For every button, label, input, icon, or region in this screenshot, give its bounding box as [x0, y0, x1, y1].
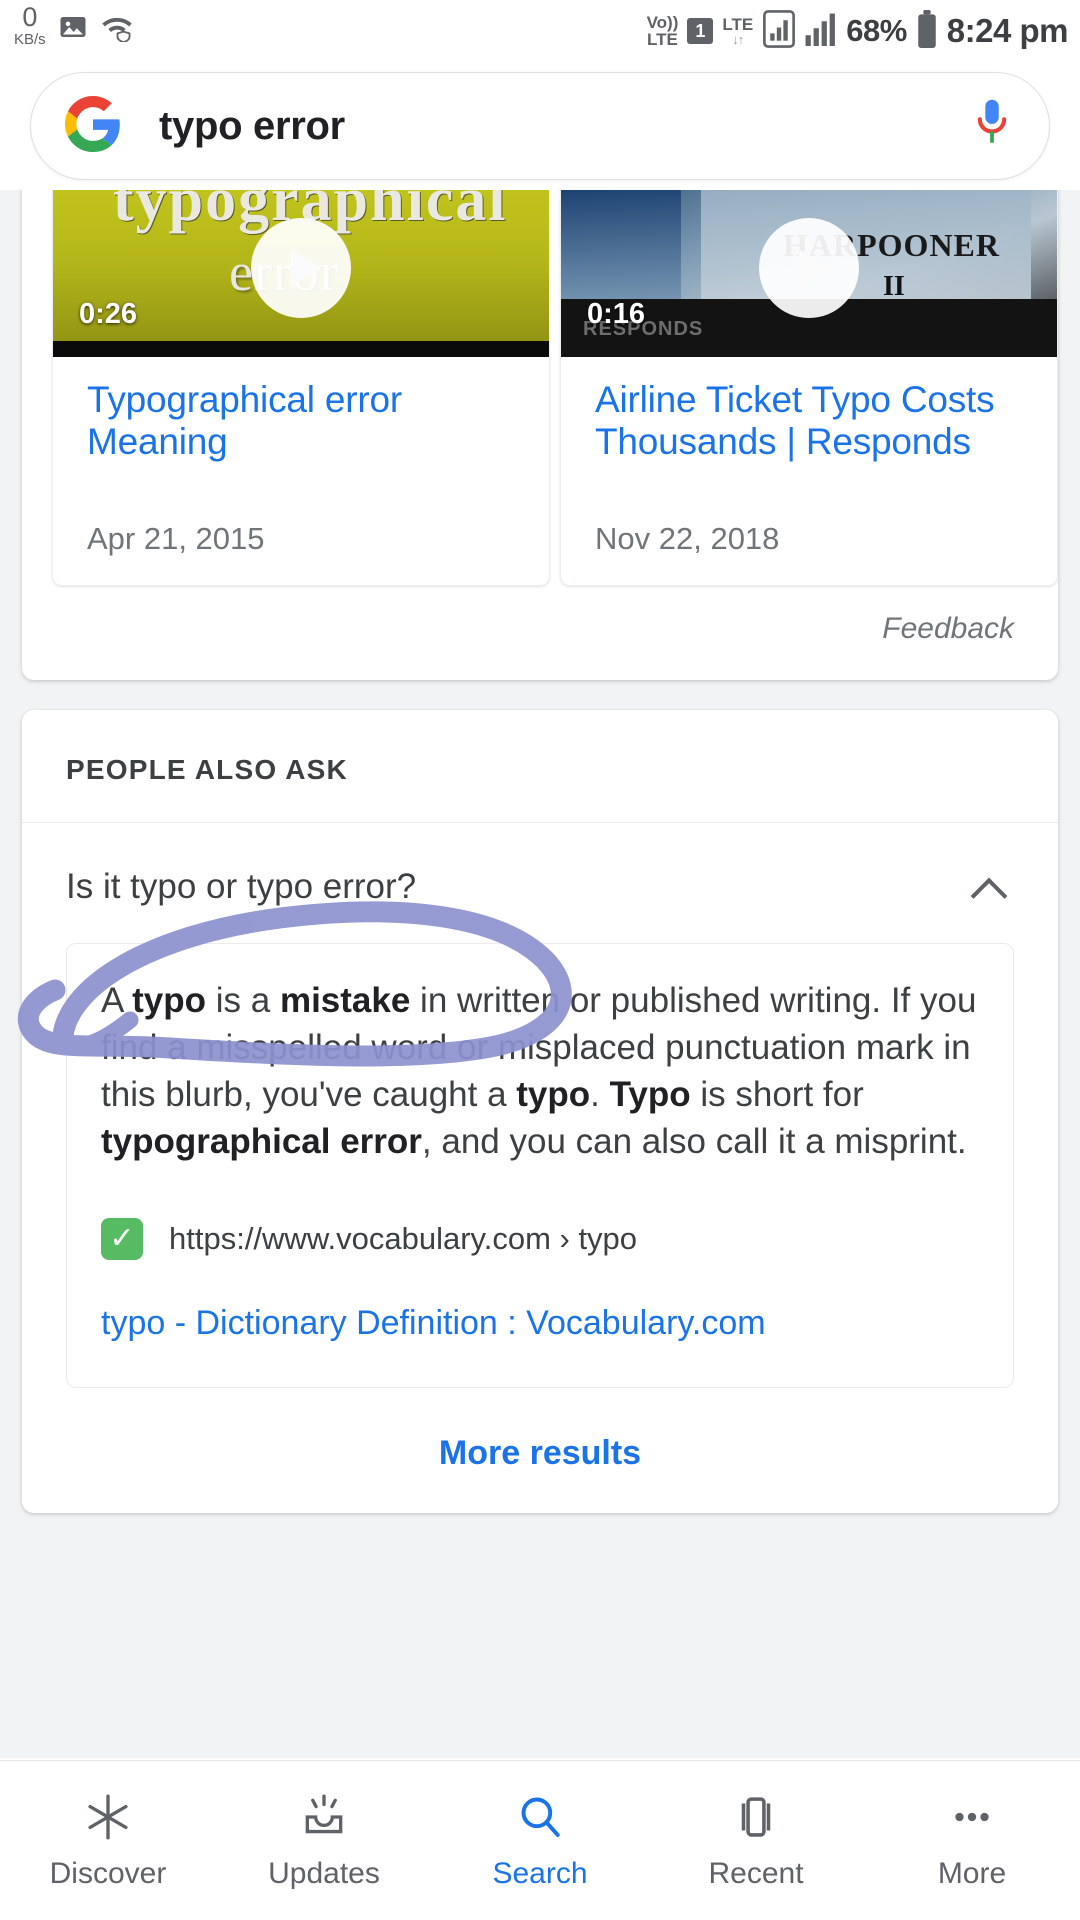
ellipsis-icon — [947, 1791, 997, 1843]
video-duration: 0:16 — [587, 298, 646, 330]
volte-bottom: LTE — [647, 30, 678, 49]
thumbnail-stripe — [561, 190, 681, 299]
more-results-link[interactable]: More results — [22, 1388, 1058, 1513]
cards-icon — [731, 1791, 781, 1843]
paa-question-row[interactable]: Is it typo or typo error? — [22, 823, 1058, 937]
video-thumbnail[interactable]: HARPOONER II RESPONDS 0:16 — [561, 190, 1057, 357]
battery-icon — [916, 9, 938, 53]
nav-label: Recent — [708, 1856, 804, 1890]
battery-percent: 68% — [846, 13, 907, 48]
video-title[interactable]: Typographical error Meaning — [87, 379, 515, 463]
image-icon — [58, 12, 88, 47]
video-card[interactable]: typographical error 0:26 Typographical e… — [52, 190, 550, 586]
play-triangle — [291, 249, 321, 287]
video-card[interactable]: HARPOONER II RESPONDS 0:16 Airline Ticke… — [560, 190, 1058, 586]
search-bar[interactable]: typo error — [30, 72, 1050, 180]
search-icon — [515, 1791, 565, 1843]
signal-bars-boxed-icon — [762, 9, 796, 53]
nav-item-updates[interactable]: Updates — [216, 1791, 432, 1891]
nav-item-recent[interactable]: Recent — [648, 1791, 864, 1891]
video-date: Apr 21, 2015 — [87, 521, 265, 556]
nav-item-search[interactable]: Search — [432, 1791, 648, 1891]
people-also-ask-header: PEOPLE ALSO ASK — [22, 710, 1058, 823]
sim-indicator: 1 — [687, 18, 714, 44]
feedback-link[interactable]: Feedback — [22, 586, 1058, 680]
network-speed-indicator: 0 KB/s — [14, 2, 46, 48]
source-title-link[interactable]: typo - Dictionary Definition : Vocabular… — [101, 1304, 979, 1343]
screen: 0 KB/s Vo)) LTE 1 LTE ↓↑ 68% 8:24 pm typ… — [0, 0, 1080, 1920]
google-g-icon — [65, 95, 121, 157]
lte-data-icon: LTE ↓↑ — [722, 14, 754, 48]
results-scroll-area[interactable]: typographical error 0:26 Typographical e… — [0, 190, 1080, 1758]
signal-bars-icon — [805, 12, 837, 51]
play-icon[interactable] — [759, 218, 859, 318]
nav-label: Search — [492, 1856, 588, 1890]
video-card-body: Airline Ticket Typo Costs Thousands | Re… — [561, 357, 1057, 585]
microphone-icon[interactable] — [969, 96, 1015, 157]
lte-arrows: ↓↑ — [732, 32, 744, 48]
video-title[interactable]: Airline Ticket Typo Costs Thousands | Re… — [595, 379, 1023, 463]
video-date: Nov 22, 2018 — [595, 521, 780, 556]
check-glyph: ✓ — [109, 1221, 135, 1255]
source-url: https://www.vocabulary.com › typo — [169, 1220, 638, 1256]
nav-label: Discover — [49, 1856, 167, 1890]
asterisk-icon — [83, 1791, 133, 1843]
video-carousel[interactable]: typographical error 0:26 Typographical e… — [22, 190, 1058, 586]
bottom-navigation-bar: Discover Updates Search Recent More — [0, 1760, 1080, 1920]
play-triangle — [799, 249, 829, 287]
nav-label: More — [937, 1856, 1007, 1890]
paa-answer-text: A typo is a mistake in written or publis… — [101, 981, 977, 1161]
play-icon[interactable] — [251, 218, 351, 318]
video-duration: 0:26 — [79, 298, 138, 330]
video-thumbnail[interactable]: typographical error 0:26 — [53, 190, 549, 357]
search-input[interactable]: typo error — [159, 104, 969, 149]
nav-label: Updates — [268, 1856, 380, 1890]
people-also-ask-card: PEOPLE ALSO ASK Is it typo or typo error… — [22, 710, 1058, 1513]
search-header: typo error — [0, 68, 1080, 190]
source-row[interactable]: ✓ https://www.vocabulary.com › typo — [101, 1217, 979, 1260]
paa-answer-box: A typo is a mistake in written or publis… — [66, 943, 1014, 1388]
network-speed-value: 0 — [22, 2, 38, 32]
volte-top: Vo)) — [646, 12, 679, 32]
green-check-favicon: ✓ — [101, 1217, 143, 1260]
status-bar-left: 0 KB/s — [14, 4, 134, 47]
nav-item-more[interactable]: More — [864, 1791, 1080, 1891]
inbox-burst-icon — [299, 1791, 349, 1843]
video-results-card: typographical error 0:26 Typographical e… — [22, 190, 1058, 680]
status-bar-right: Vo)) LTE 1 LTE ↓↑ 68% 8:24 pm — [646, 0, 1069, 62]
volte-icon: Vo)) LTE — [646, 12, 679, 49]
clock: 8:24 pm — [946, 12, 1069, 49]
chevron-up-icon[interactable] — [970, 865, 1014, 909]
lte-label: LTE — [722, 14, 754, 34]
paa-question-text: Is it typo or typo error? — [66, 867, 417, 906]
wifi-shield-icon — [100, 12, 134, 47]
nav-item-discover[interactable]: Discover — [0, 1791, 216, 1891]
network-speed-unit: KB/s — [14, 31, 46, 48]
video-card-body: Typographical error Meaning Apr 21, 2015 — [53, 357, 549, 585]
status-bar: 0 KB/s Vo)) LTE 1 LTE ↓↑ 68% 8:24 pm — [0, 0, 1080, 62]
